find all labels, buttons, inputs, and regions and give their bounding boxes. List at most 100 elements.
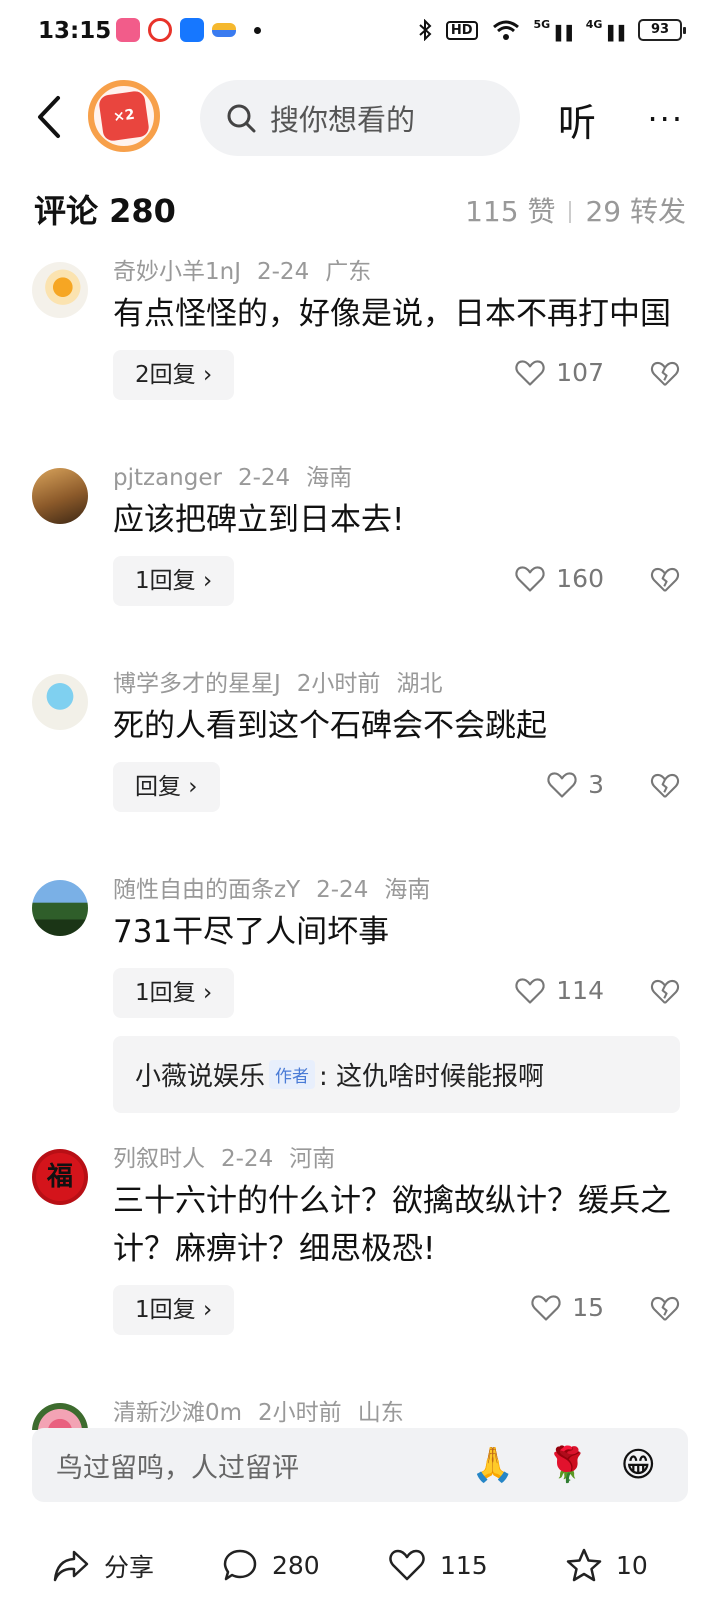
comment-like-count: 160 (556, 564, 604, 593)
broken-heart-icon[interactable] (650, 1295, 680, 1323)
heart-icon (531, 1294, 561, 1321)
reply-button[interactable]: 1回复 › (113, 1285, 235, 1335)
like-button[interactable]: 115 (388, 1548, 488, 1582)
comment-item[interactable]: 清新沙滩0m2小时前山东应建道歉悔罪碑！！回复 ›1 (0, 1391, 720, 1430)
author-tag: 作者 (269, 1060, 316, 1089)
like-count: 115 (440, 1550, 488, 1580)
comment-date: 2-24 (257, 259, 310, 285)
comment-actions: 2回复 › 107 (113, 350, 680, 416)
star-icon (566, 1548, 602, 1582)
comment-region: 海南 (384, 877, 431, 903)
reward-badge[interactable]: ×2 (88, 80, 160, 152)
comment-username[interactable]: 奇妙小羊1nJ (113, 259, 241, 285)
comment-username[interactable]: pjtzanger (113, 465, 222, 491)
comment-date: 2小时前 (258, 1400, 342, 1426)
status-app-icons (116, 18, 261, 42)
search-placeholder: 搜你想看的 (270, 103, 416, 137)
share-button[interactable]: 分享 (52, 1548, 154, 1584)
broken-heart-icon[interactable] (650, 772, 680, 800)
listen-button[interactable]: 听 (558, 92, 596, 147)
avatar[interactable] (32, 262, 88, 318)
comment-text[interactable]: 死的人看到这个石碑会不会跳起 (113, 702, 680, 750)
favorite-button[interactable]: 10 (566, 1548, 648, 1582)
comment-actions: 1回复 › 15 (113, 1285, 680, 1351)
reply-button[interactable]: 2回复 › (113, 350, 235, 400)
more-notifications-dot (254, 26, 261, 34)
avatar[interactable] (32, 880, 88, 936)
wifi-icon (492, 20, 519, 40)
broken-heart-icon[interactable] (650, 360, 680, 388)
comment-meta: pjtzanger 2-24 海南 (113, 456, 680, 494)
bluetooth-icon (419, 19, 432, 41)
avatar[interactable] (32, 1403, 88, 1430)
comment-like-count: 3 (588, 770, 604, 799)
comment-like-button[interactable]: 15 (530, 1293, 604, 1322)
comment-meta: 博学多才的星星J 2小时前 湖北 (113, 662, 680, 700)
grin-emoji-button[interactable]: 😁 (621, 1445, 656, 1485)
bottom-action-bar: 分享 280 115 10 (0, 1540, 720, 1600)
comment-button[interactable]: 280 (222, 1548, 320, 1582)
author-reply[interactable]: 小薇说娱乐 作者: 这仇啥时候能报啊 (113, 1036, 680, 1113)
comment-region: 山东 (357, 1400, 404, 1426)
comment-username[interactable]: 清新沙滩0m (113, 1400, 242, 1426)
comment-count: 280 (272, 1550, 320, 1580)
heart-icon (515, 359, 545, 386)
comment-text[interactable]: 731干尽了人间坏事 (113, 908, 680, 956)
favorite-count: 10 (616, 1550, 648, 1580)
app-notification-icon (116, 18, 140, 42)
comment-like-button[interactable]: 160 (514, 564, 604, 593)
comment-like-button[interactable]: 3 (546, 770, 604, 799)
comment-item[interactable]: 博学多才的星星J 2小时前 湖北 死的人看到这个石碑会不会跳起 回复 › 3 (0, 662, 720, 868)
likes-count[interactable]: 115 赞 (465, 195, 555, 228)
comment-date: 2-24 (237, 465, 291, 491)
comment-input[interactable]: 鸟过留鸣，人过留评 🙏 🌹 😁 (32, 1428, 688, 1502)
author-reply-name[interactable]: 小薇说娱乐 (135, 1062, 265, 1092)
comment-item[interactable]: 奇妙小羊1nJ 2-24 广东有点怪怪的，好像是说，日本不再打中国 2回复 › 107 (0, 250, 720, 456)
status-time: 13:15 (38, 18, 112, 44)
back-button[interactable] (28, 92, 68, 142)
avatar[interactable] (32, 468, 88, 524)
comment-text[interactable]: 三十六计的什么计？欲擒故纵计？缓兵之计？麻痹计？细思极恐! (113, 1177, 680, 1273)
comment-input-placeholder: 鸟过留鸣，人过留评 (56, 1452, 299, 1484)
search-input[interactable]: 搜你想看的 (200, 80, 520, 156)
comment-username[interactable]: 列叙时人 (113, 1146, 205, 1172)
comment-actions: 1回复 › 160 (113, 556, 680, 622)
comment-date: 2-24 (221, 1146, 274, 1172)
comment-meta: 随性自由的面条zY 2-24 海南 (113, 868, 680, 906)
app-notification-icon (212, 23, 236, 37)
app-notification-icon (148, 18, 172, 42)
top-nav: ×2 搜你想看的 听 ··· (0, 66, 720, 170)
avatar[interactable]: 福 (32, 1149, 88, 1205)
reposts-count[interactable]: 29 转发 (585, 195, 686, 228)
reply-button[interactable]: 1回复 › (113, 556, 235, 606)
comment-spacer (113, 622, 680, 662)
reply-button[interactable]: 回复 › (113, 762, 220, 812)
comment-username[interactable]: 博学多才的星星J (113, 671, 281, 697)
reply-button[interactable]: 1回复 › (113, 968, 235, 1018)
broken-heart-icon[interactable] (650, 566, 680, 594)
comment-like-button[interactable]: 114 (514, 976, 604, 1005)
broken-heart-icon[interactable] (650, 978, 680, 1006)
comment-text[interactable]: 应该把碑立到日本去! (113, 496, 680, 544)
avatar-fu-character: 福 (46, 1162, 73, 1192)
status-bar: 13:15 HD 5G▐▐ 4G▐▐ 93 (0, 0, 720, 66)
comment-like-button[interactable]: 107 (514, 358, 604, 387)
comment-region: 广东 (325, 259, 372, 285)
comment-item[interactable]: 随性自由的面条zY 2-24 海南 731干尽了人间坏事 1回复 › 114 小薇说娱乐 作者… (0, 868, 720, 1113)
comment-text[interactable]: 有点怪怪的，好像是说，日本不再打中国 (113, 290, 680, 338)
signal-5g-icon: 5G▐▐ (533, 18, 572, 42)
more-menu-button[interactable]: ··· (647, 100, 684, 138)
heart-icon (515, 565, 545, 592)
rose-emoji-button[interactable]: 🌹 (546, 1445, 588, 1485)
comment-item[interactable]: 福 列叙时人 2-24 河南三十六计的什么计？欲擒故纵计？缓兵之计？麻痹计？细思极恐!… (0, 1137, 720, 1391)
comment-actions: 回复 › 3 (113, 762, 680, 828)
pray-emoji-button[interactable]: 🙏 (472, 1445, 514, 1485)
avatar[interactable] (32, 674, 88, 730)
comment-date: 2小时前 (296, 671, 381, 697)
comment-username[interactable]: 随性自由的面条zY (113, 877, 300, 903)
comment-item[interactable]: pjtzanger 2-24 海南应该把碑立到日本去! 1回复 › 160 (0, 456, 720, 662)
comment-like-count: 114 (556, 976, 604, 1005)
comment-region: 河南 (289, 1146, 336, 1172)
comment-region: 海南 (306, 465, 353, 491)
author-reply-text: : 这仇啥时候能报啊 (319, 1062, 545, 1092)
